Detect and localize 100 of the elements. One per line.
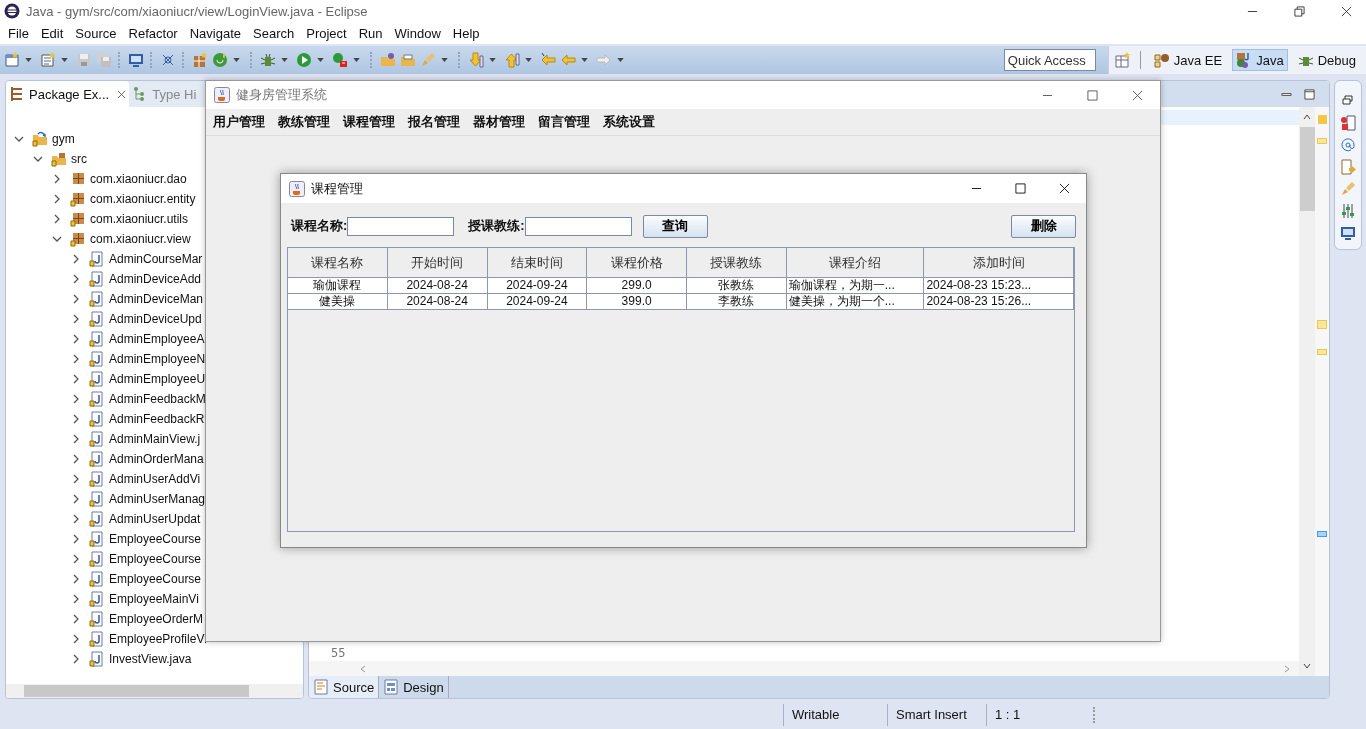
- quick-access-field[interactable]: Quick Access: [1003, 49, 1096, 71]
- package-add-icon[interactable]: [192, 52, 208, 68]
- open-perspective-icon[interactable]: [1114, 52, 1131, 68]
- tree-item[interactable]: AdminDeviceAdd: [109, 272, 202, 286]
- tree-item[interactable]: AdminDeviceUpd: [109, 312, 202, 326]
- tree-item[interactable]: InvestView.java: [109, 652, 192, 666]
- scroll-down-icon[interactable]: [1303, 662, 1311, 670]
- restore-icon[interactable]: [1294, 5, 1305, 17]
- column-header[interactable]: 开始时间: [387, 248, 488, 277]
- tree-item[interactable]: AdminEmployeeU: [109, 372, 206, 386]
- caret-icon[interactable]: [233, 58, 240, 62]
- perspective-button[interactable]: Java EE: [1149, 49, 1227, 71]
- menu-item[interactable]: 留言管理: [532, 113, 596, 131]
- warning-marker[interactable]: [1317, 115, 1327, 124]
- annotation-marker[interactable]: [1317, 349, 1327, 355]
- scrollbar-thumb[interactable]: [1299, 127, 1315, 211]
- tree-item[interactable]: EmployeeProfileVi: [109, 632, 207, 646]
- input-field[interactable]: [347, 216, 455, 236]
- caret-icon[interactable]: [489, 58, 496, 62]
- occurrence-marker[interactable]: [1317, 531, 1327, 537]
- tree-item[interactable]: AdminCourseMar: [109, 252, 203, 266]
- tree-item[interactable]: EmployeeOrderM: [109, 612, 204, 626]
- column-header[interactable]: 结束时间: [487, 248, 588, 277]
- annotation-marker[interactable]: [1317, 138, 1327, 144]
- sliders-icon[interactable]: [1340, 203, 1356, 219]
- editor-tab[interactable]: Design: [379, 676, 449, 698]
- new-class-icon[interactable]: [40, 52, 56, 68]
- monitor-icon[interactable]: [1340, 225, 1356, 241]
- tree-item[interactable]: AdminEmployeeA: [109, 332, 205, 346]
- delete-button[interactable]: 删除: [1011, 214, 1076, 238]
- menu-item[interactable]: 教练管理: [272, 113, 336, 131]
- caret-icon[interactable]: [317, 58, 324, 62]
- menu-item[interactable]: Window: [388, 25, 447, 41]
- column-header[interactable]: 课程名称: [288, 248, 388, 277]
- new-window-icon[interactable]: [4, 52, 20, 68]
- menu-item[interactable]: Navigate: [183, 25, 247, 41]
- tree-item[interactable]: EmployeeCourse: [109, 552, 202, 566]
- tree-item[interactable]: AdminFeedbackR: [109, 412, 205, 426]
- caret-icon[interactable]: [25, 58, 32, 62]
- caret-icon[interactable]: [617, 58, 624, 62]
- view-tab[interactable]: Package Ex...: [6, 81, 130, 107]
- arrow-down-icon[interactable]: [468, 52, 484, 68]
- menu-item[interactable]: 器材管理: [467, 113, 531, 131]
- bug-icon[interactable]: [260, 52, 276, 68]
- scrollbar-thumb[interactable]: [24, 685, 249, 697]
- close-icon[interactable]: [1059, 183, 1070, 194]
- tree-item[interactable]: com.xiaoniucr.view: [90, 232, 191, 246]
- menu-item[interactable]: Help: [446, 25, 486, 41]
- open-folder-icon[interactable]: [380, 52, 396, 68]
- menu-item[interactable]: File: [2, 25, 35, 41]
- tree-item[interactable]: EmployeeMainVi: [109, 592, 199, 606]
- error-log-icon[interactable]: [1340, 115, 1356, 131]
- perspective-button[interactable]: Debug: [1293, 49, 1360, 71]
- menu-item[interactable]: 报名管理: [402, 113, 466, 131]
- tree-item[interactable]: AdminDeviceMan: [109, 292, 204, 306]
- menu-item[interactable]: 系统设置: [597, 113, 661, 131]
- menu-item[interactable]: Run: [352, 25, 389, 41]
- column-header[interactable]: 课程介绍: [786, 248, 925, 277]
- search-button[interactable]: 查询: [642, 214, 708, 238]
- editor-tab[interactable]: Source: [309, 676, 380, 698]
- tree-item[interactable]: AdminOrderMana: [109, 452, 204, 466]
- maximize-icon[interactable]: [1304, 88, 1315, 100]
- maximize-icon[interactable]: [1087, 89, 1098, 101]
- tree-item[interactable]: AdminUserManag: [109, 492, 206, 506]
- maximize-icon[interactable]: [1015, 183, 1026, 194]
- monitor-icon[interactable]: [128, 52, 144, 68]
- caret-icon[interactable]: [61, 58, 68, 62]
- caret-icon[interactable]: [353, 58, 360, 62]
- arrow-up-icon[interactable]: [504, 52, 520, 68]
- close-icon[interactable]: [1341, 5, 1352, 17]
- annotation-marker[interactable]: [1317, 320, 1327, 329]
- perspective-button[interactable]: Java: [1232, 49, 1288, 71]
- column-header[interactable]: 课程价格: [587, 248, 687, 277]
- tree-item[interactable]: AdminUserUpdat: [109, 512, 201, 526]
- tree-item[interactable]: com.xiaoniucr.dao: [90, 172, 187, 186]
- breakpoint-icon[interactable]: [160, 52, 176, 68]
- tree-item[interactable]: AdminMainView.j: [109, 432, 201, 446]
- scroll-up-icon[interactable]: [1303, 113, 1311, 121]
- folder-icon[interactable]: [400, 52, 416, 68]
- menu-item[interactable]: 课程管理: [337, 113, 401, 131]
- menu-item[interactable]: 用户管理: [207, 113, 271, 131]
- tree-item[interactable]: EmployeeCourse: [109, 532, 202, 546]
- menu-item[interactable]: Source: [69, 25, 123, 41]
- caret-icon[interactable]: [581, 58, 588, 62]
- tree-item[interactable]: src: [71, 152, 87, 166]
- tree-item[interactable]: EmployeeCourse: [109, 572, 202, 586]
- tree-item[interactable]: gym: [52, 132, 75, 146]
- menu-item[interactable]: Edit: [34, 25, 70, 41]
- tree-item[interactable]: AdminEmployeeN: [109, 352, 206, 366]
- column-header[interactable]: 添加时间: [924, 248, 1075, 277]
- run-tools-icon[interactable]: [332, 52, 348, 68]
- caret-icon[interactable]: [525, 58, 532, 62]
- play-icon[interactable]: [296, 52, 312, 68]
- menu-item[interactable]: Search: [247, 25, 301, 41]
- menu-item[interactable]: Project: [300, 25, 353, 41]
- tree-item[interactable]: AdminFeedbackM: [109, 392, 206, 406]
- tree-item[interactable]: com.xiaoniucr.utils: [90, 212, 189, 226]
- at-sign-icon[interactable]: [1340, 137, 1356, 153]
- input-field[interactable]: [524, 216, 632, 236]
- caret-icon[interactable]: [281, 58, 288, 62]
